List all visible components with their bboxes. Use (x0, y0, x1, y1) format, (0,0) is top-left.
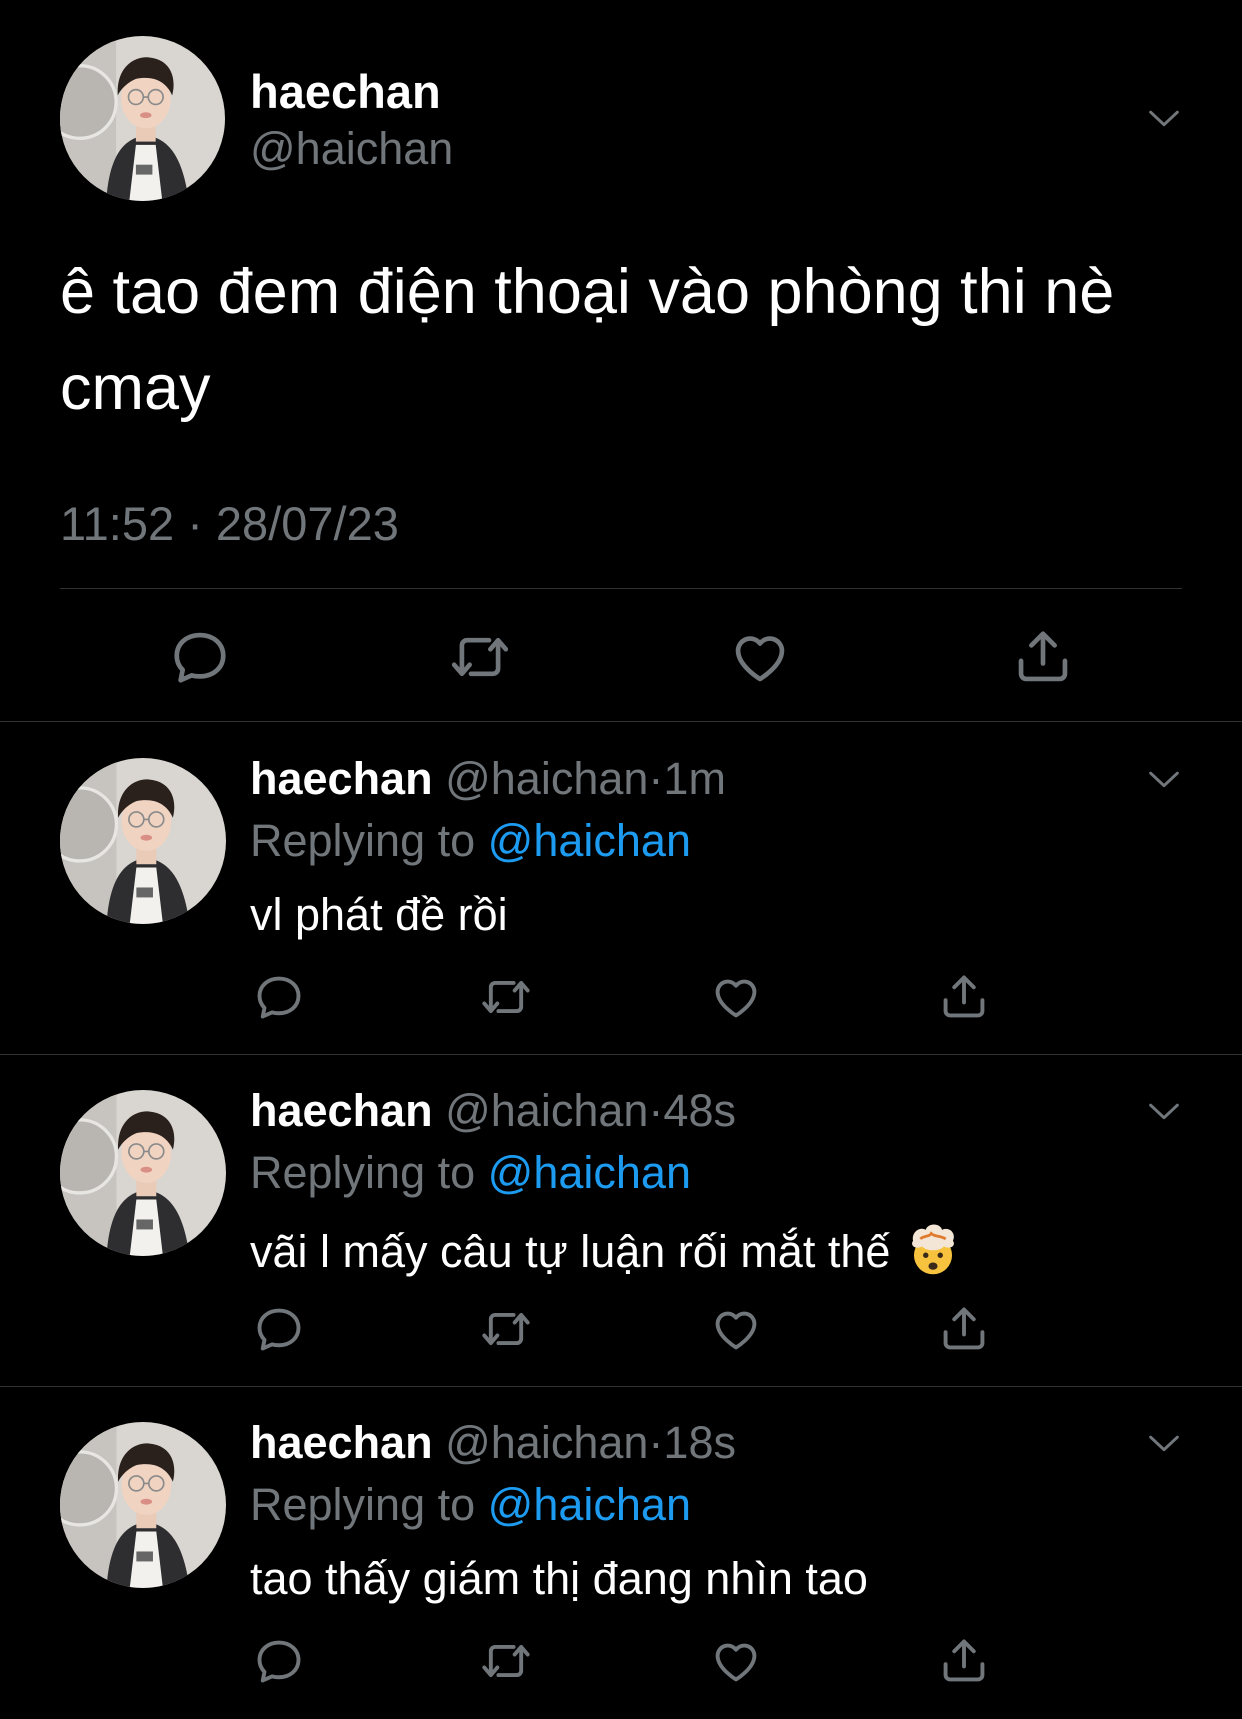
reply-time[interactable]: 18s (663, 1417, 736, 1468)
display-name[interactable]: haechan (250, 64, 441, 120)
like-icon (710, 1635, 762, 1687)
display-name[interactable]: haechan (250, 1417, 433, 1468)
avatar[interactable] (60, 1090, 226, 1256)
replying-to: Replying to @haichan (250, 1145, 691, 1201)
retweet-icon (480, 1303, 532, 1355)
reply-tweet[interactable]: haechan @haichan·1m Replying to @haichan… (0, 723, 1242, 1055)
meta-separator: · (648, 1417, 664, 1468)
mention-link[interactable]: @haichan (488, 815, 691, 866)
mention-link[interactable]: @haichan (488, 1479, 691, 1530)
replying-prefix: Replying to (250, 1147, 476, 1198)
share-button[interactable] (938, 1635, 990, 1687)
tweet-text: tao thấy giám thị đang nhìn tao (250, 1553, 868, 1604)
tweet-text: vãi l mấy câu tự luận rối mắt thế (250, 1226, 891, 1277)
like-button[interactable] (729, 626, 791, 688)
user-handle[interactable]: @haichan (445, 753, 648, 804)
retweet-button[interactable] (449, 626, 511, 688)
retweet-icon (480, 1635, 532, 1687)
share-button[interactable] (1012, 626, 1074, 688)
user-handle[interactable]: @haichan (445, 1417, 648, 1468)
share-icon (938, 1303, 990, 1355)
tweet-text: ê tao đem điện thoại vào phòng thi nè cm… (60, 257, 1115, 423)
reply-button[interactable] (169, 626, 231, 688)
like-icon (729, 626, 791, 688)
reply-icon (169, 626, 231, 688)
retweet-button[interactable] (480, 1303, 532, 1355)
reply-button[interactable] (253, 1303, 305, 1355)
meta-separator: · (187, 497, 203, 550)
avatar[interactable] (60, 1422, 226, 1588)
user-handle[interactable]: @haichan (250, 122, 453, 176)
tweet-timestamp[interactable]: 11:52 · 28/07/23 (60, 496, 399, 552)
replying-prefix: Replying to (250, 815, 476, 866)
avatar[interactable] (60, 758, 226, 924)
divider (60, 588, 1182, 589)
avatar-image (60, 36, 225, 201)
reply-icon (253, 971, 305, 1023)
share-icon (938, 971, 990, 1023)
chevron-down-icon[interactable] (1144, 1423, 1184, 1463)
chevron-down-icon[interactable] (1144, 98, 1184, 138)
meta-separator: · (648, 753, 664, 804)
chevron-down-icon[interactable] (1144, 759, 1184, 799)
reply-icon (253, 1303, 305, 1355)
exploding-head-emoji (912, 1224, 955, 1275)
tweet-date: 28/07/23 (215, 497, 399, 550)
like-icon (710, 971, 762, 1023)
like-button[interactable] (710, 1635, 762, 1687)
replying-to: Replying to @haichan (250, 1477, 691, 1533)
share-icon (1012, 626, 1074, 688)
main-tweet: haechan @haichan ê tao đem điện thoại và… (0, 0, 1242, 722)
like-button[interactable] (710, 1303, 762, 1355)
share-button[interactable] (938, 1303, 990, 1355)
tweet-text: vl phát đề rồi (250, 889, 508, 940)
replying-to: Replying to @haichan (250, 813, 691, 869)
tweet-text-row: vãi l mấy câu tự luận rối mắt thế (250, 1219, 962, 1280)
reply-tweet[interactable]: haechan @haichan·18s Replying to @haicha… (0, 1387, 1242, 1719)
like-icon (710, 1303, 762, 1355)
reply-time[interactable]: 48s (663, 1085, 736, 1136)
avatar-image (60, 758, 226, 924)
retweet-button[interactable] (480, 1635, 532, 1687)
reply-button[interactable] (253, 971, 305, 1023)
retweet-icon (480, 971, 532, 1023)
share-icon (938, 1635, 990, 1687)
replying-prefix: Replying to (250, 1479, 476, 1530)
meta-separator: · (648, 1085, 664, 1136)
retweet-button[interactable] (480, 971, 532, 1023)
avatar-image (60, 1090, 226, 1256)
chevron-down-icon[interactable] (1144, 1091, 1184, 1131)
reply-time[interactable]: 1m (663, 753, 726, 804)
like-button[interactable] (710, 971, 762, 1023)
reply-header: haechan @haichan·1m (250, 751, 726, 807)
mention-link[interactable]: @haichan (488, 1147, 691, 1198)
avatar-image (60, 1422, 226, 1588)
avatar[interactable] (60, 36, 225, 201)
reply-header: haechan @haichan·48s (250, 1083, 736, 1139)
share-button[interactable] (938, 971, 990, 1023)
reply-header: haechan @haichan·18s (250, 1415, 736, 1471)
user-handle[interactable]: @haichan (445, 1085, 648, 1136)
tweet-time: 11:52 (60, 497, 175, 550)
retweet-icon (449, 626, 511, 688)
reply-tweet[interactable]: haechan @haichan·48s Replying to @haicha… (0, 1055, 1242, 1387)
display-name[interactable]: haechan (250, 753, 433, 804)
display-name[interactable]: haechan (250, 1085, 433, 1136)
reply-icon (253, 1635, 305, 1687)
reply-button[interactable] (253, 1635, 305, 1687)
